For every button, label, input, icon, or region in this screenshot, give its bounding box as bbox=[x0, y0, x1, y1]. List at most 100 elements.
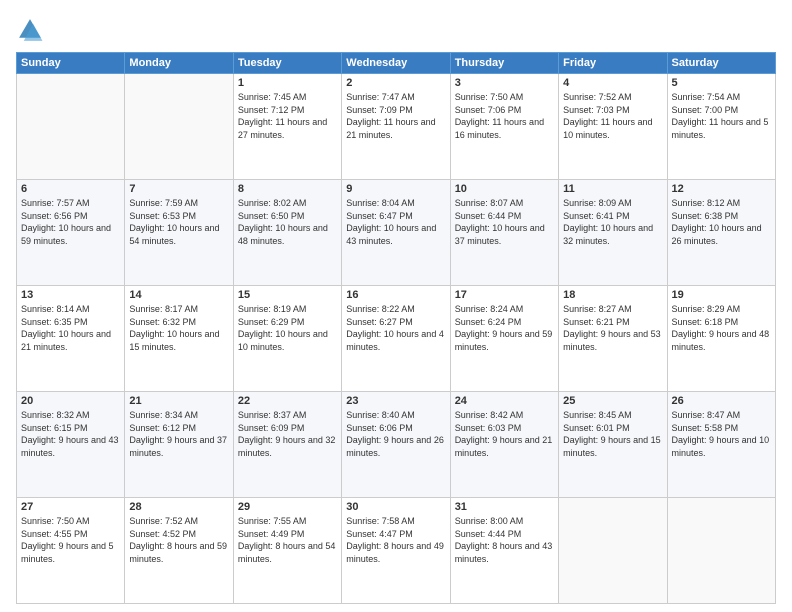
calendar-header-row: SundayMondayTuesdayWednesdayThursdayFrid… bbox=[17, 53, 776, 74]
header bbox=[16, 16, 776, 44]
calendar-cell: 24 Sunrise: 8:42 AMSunset: 6:03 PMDayligh… bbox=[450, 392, 558, 498]
day-number: 17 bbox=[455, 289, 554, 301]
day-info: Sunrise: 8:37 AMSunset: 6:09 PMDaylight:… bbox=[238, 409, 337, 459]
day-number: 31 bbox=[455, 501, 554, 513]
day-info: Sunrise: 8:07 AMSunset: 6:44 PMDaylight:… bbox=[455, 197, 554, 247]
calendar-cell: 3 Sunrise: 7:50 AMSunset: 7:06 PMDaylight… bbox=[450, 74, 558, 180]
calendar-cell: 19 Sunrise: 8:29 AMSunset: 6:18 PMDayligh… bbox=[667, 286, 775, 392]
calendar-cell: 5 Sunrise: 7:54 AMSunset: 7:00 PMDaylight… bbox=[667, 74, 775, 180]
day-info: Sunrise: 7:57 AMSunset: 6:56 PMDaylight:… bbox=[21, 197, 120, 247]
day-number: 18 bbox=[563, 289, 662, 301]
calendar-week-row: 20 Sunrise: 8:32 AMSunset: 6:15 PMDayligh… bbox=[17, 392, 776, 498]
day-info: Sunrise: 8:17 AMSunset: 6:32 PMDaylight:… bbox=[129, 303, 228, 353]
calendar-cell: 26 Sunrise: 8:47 AMSunset: 5:58 PMDayligh… bbox=[667, 392, 775, 498]
calendar-cell: 18 Sunrise: 8:27 AMSunset: 6:21 PMDayligh… bbox=[559, 286, 667, 392]
day-number: 16 bbox=[346, 289, 445, 301]
day-number: 7 bbox=[129, 183, 228, 195]
day-number: 27 bbox=[21, 501, 120, 513]
calendar-cell: 8 Sunrise: 8:02 AMSunset: 6:50 PMDaylight… bbox=[233, 180, 341, 286]
calendar-cell: 29Sunrise: 7:55 AMSunset: 4:49 PMDayligh… bbox=[233, 498, 341, 604]
calendar-day-header: Monday bbox=[125, 53, 233, 74]
logo bbox=[16, 16, 48, 44]
day-number: 3 bbox=[455, 77, 554, 89]
calendar-cell: 9 Sunrise: 8:04 AMSunset: 6:47 PMDaylight… bbox=[342, 180, 450, 286]
day-info: Sunrise: 7:50 AMSunset: 7:06 PMDaylight:… bbox=[455, 91, 554, 141]
day-info: Sunrise: 8:32 AMSunset: 6:15 PMDaylight:… bbox=[21, 409, 120, 459]
day-info: Sunrise: 8:14 AMSunset: 6:35 PMDaylight:… bbox=[21, 303, 120, 353]
calendar-cell: 7 Sunrise: 7:59 AMSunset: 6:53 PMDaylight… bbox=[125, 180, 233, 286]
day-number: 25 bbox=[563, 395, 662, 407]
day-number: 21 bbox=[129, 395, 228, 407]
day-number: 24 bbox=[455, 395, 554, 407]
day-info: Sunrise: 8:34 AMSunset: 6:12 PMDaylight:… bbox=[129, 409, 228, 459]
calendar-cell: 17 Sunrise: 8:24 AMSunset: 6:24 PMDayligh… bbox=[450, 286, 558, 392]
day-info: Sunrise: 8:47 AMSunset: 5:58 PMDaylight:… bbox=[672, 409, 771, 459]
calendar-day-header: Friday bbox=[559, 53, 667, 74]
calendar-week-row: 27 Sunrise: 7:50 AMSunset: 4:55 PMDayligh… bbox=[17, 498, 776, 604]
calendar-day-header: Sunday bbox=[17, 53, 125, 74]
day-number: 19 bbox=[672, 289, 771, 301]
day-number: 20 bbox=[21, 395, 120, 407]
calendar-week-row: 13 Sunrise: 8:14 AMSunset: 6:35 PMDayligh… bbox=[17, 286, 776, 392]
day-number: 15 bbox=[238, 289, 337, 301]
calendar-cell: 1 Sunrise: 7:45 AMSunset: 7:12 PMDaylight… bbox=[233, 74, 341, 180]
calendar-cell: 15 Sunrise: 8:19 AMSunset: 6:29 PMDayligh… bbox=[233, 286, 341, 392]
day-number: 22 bbox=[238, 395, 337, 407]
calendar-week-row: 1 Sunrise: 7:45 AMSunset: 7:12 PMDaylight… bbox=[17, 74, 776, 180]
day-info: Sunrise: 7:54 AMSunset: 7:00 PMDaylight:… bbox=[672, 91, 771, 141]
day-number: 5 bbox=[672, 77, 771, 89]
day-info: Sunrise: 7:50 AMSunset: 4:55 PMDaylight:… bbox=[21, 515, 120, 565]
day-number: 26 bbox=[672, 395, 771, 407]
calendar-cell: 13 Sunrise: 8:14 AMSunset: 6:35 PMDayligh… bbox=[17, 286, 125, 392]
calendar-cell: 10Sunrise: 8:07 AMSunset: 6:44 PMDayligh… bbox=[450, 180, 558, 286]
day-info: Sunrise: 8:02 AMSunset: 6:50 PMDaylight:… bbox=[238, 197, 337, 247]
day-info: Sunrise: 8:04 AMSunset: 6:47 PMDaylight:… bbox=[346, 197, 445, 247]
day-number: 4 bbox=[563, 77, 662, 89]
day-info: Sunrise: 8:29 AMSunset: 6:18 PMDaylight:… bbox=[672, 303, 771, 353]
calendar-table: SundayMondayTuesdayWednesdayThursdayFrid… bbox=[16, 52, 776, 604]
day-number: 29 bbox=[238, 501, 337, 513]
calendar-week-row: 6Sunrise: 7:57 AMSunset: 6:56 PMDaylight… bbox=[17, 180, 776, 286]
day-info: Sunrise: 8:24 AMSunset: 6:24 PMDaylight:… bbox=[455, 303, 554, 353]
calendar-cell: 31Sunrise: 8:00 AMSunset: 4:44 PMDayligh… bbox=[450, 498, 558, 604]
day-info: Sunrise: 8:22 AMSunset: 6:27 PMDaylight:… bbox=[346, 303, 445, 353]
calendar-cell: 21 Sunrise: 8:34 AMSunset: 6:12 PMDayligh… bbox=[125, 392, 233, 498]
day-info: Sunrise: 7:59 AMSunset: 6:53 PMDaylight:… bbox=[129, 197, 228, 247]
day-info: Sunrise: 8:42 AMSunset: 6:03 PMDaylight:… bbox=[455, 409, 554, 459]
day-info: Sunrise: 8:27 AMSunset: 6:21 PMDaylight:… bbox=[563, 303, 662, 353]
day-info: Sunrise: 7:52 AMSunset: 4:52 PMDaylight:… bbox=[129, 515, 228, 565]
calendar-cell: 6Sunrise: 7:57 AMSunset: 6:56 PMDaylight… bbox=[17, 180, 125, 286]
calendar-day-header: Tuesday bbox=[233, 53, 341, 74]
day-info: Sunrise: 7:47 AMSunset: 7:09 PMDaylight:… bbox=[346, 91, 445, 141]
day-number: 13 bbox=[21, 289, 120, 301]
calendar-cell: 25 Sunrise: 8:45 AMSunset: 6:01 PMDayligh… bbox=[559, 392, 667, 498]
day-number: 30 bbox=[346, 501, 445, 513]
calendar-cell bbox=[667, 498, 775, 604]
calendar-cell: 12Sunrise: 8:12 AMSunset: 6:38 PMDayligh… bbox=[667, 180, 775, 286]
calendar-cell: 28Sunrise: 7:52 AMSunset: 4:52 PMDayligh… bbox=[125, 498, 233, 604]
calendar-cell: 20 Sunrise: 8:32 AMSunset: 6:15 PMDayligh… bbox=[17, 392, 125, 498]
day-info: Sunrise: 8:12 AMSunset: 6:38 PMDaylight:… bbox=[672, 197, 771, 247]
calendar-cell: 27 Sunrise: 7:50 AMSunset: 4:55 PMDayligh… bbox=[17, 498, 125, 604]
day-number: 11 bbox=[563, 183, 662, 195]
calendar-cell: 23 Sunrise: 8:40 AMSunset: 6:06 PMDayligh… bbox=[342, 392, 450, 498]
day-info: Sunrise: 7:52 AMSunset: 7:03 PMDaylight:… bbox=[563, 91, 662, 141]
calendar-day-header: Wednesday bbox=[342, 53, 450, 74]
day-number: 23 bbox=[346, 395, 445, 407]
day-info: Sunrise: 7:45 AMSunset: 7:12 PMDaylight:… bbox=[238, 91, 337, 141]
day-info: Sunrise: 8:45 AMSunset: 6:01 PMDaylight:… bbox=[563, 409, 662, 459]
calendar-cell: 16 Sunrise: 8:22 AMSunset: 6:27 PMDayligh… bbox=[342, 286, 450, 392]
day-info: Sunrise: 7:58 AMSunset: 4:47 PMDaylight:… bbox=[346, 515, 445, 565]
day-number: 9 bbox=[346, 183, 445, 195]
calendar-cell: 14Sunrise: 8:17 AMSunset: 6:32 PMDayligh… bbox=[125, 286, 233, 392]
day-info: Sunrise: 8:40 AMSunset: 6:06 PMDaylight:… bbox=[346, 409, 445, 459]
calendar-cell: 30 Sunrise: 7:58 AMSunset: 4:47 PMDayligh… bbox=[342, 498, 450, 604]
day-number: 1 bbox=[238, 77, 337, 89]
day-info: Sunrise: 8:19 AMSunset: 6:29 PMDaylight:… bbox=[238, 303, 337, 353]
day-info: Sunrise: 8:09 AMSunset: 6:41 PMDaylight:… bbox=[563, 197, 662, 247]
day-number: 8 bbox=[238, 183, 337, 195]
calendar-cell: 2 Sunrise: 7:47 AMSunset: 7:09 PMDaylight… bbox=[342, 74, 450, 180]
day-number: 2 bbox=[346, 77, 445, 89]
calendar-cell bbox=[125, 74, 233, 180]
logo-icon bbox=[16, 16, 44, 44]
